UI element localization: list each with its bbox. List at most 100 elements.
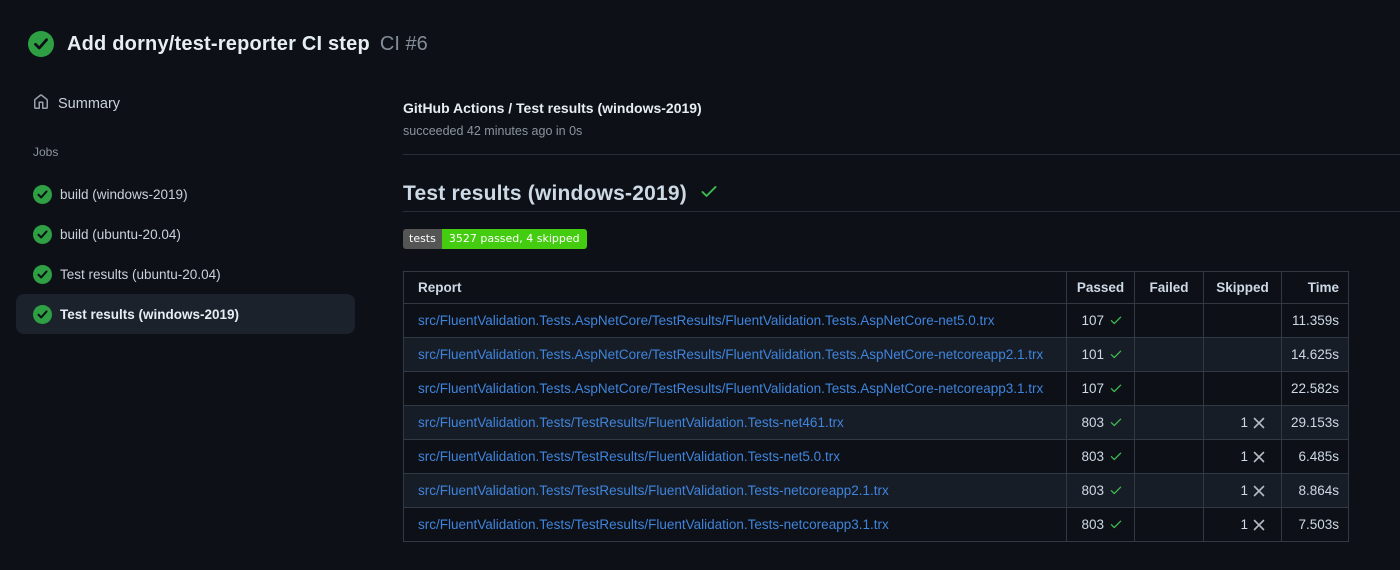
report-link[interactable]: src/FluentValidation.Tests/TestResults/F… bbox=[418, 415, 844, 430]
divider bbox=[403, 211, 1400, 212]
time-cell: 14.625s bbox=[1281, 337, 1349, 372]
skipped-count: 1 bbox=[1240, 483, 1248, 498]
report-table: Report Passed Failed Skipped Time src/Fl… bbox=[403, 271, 1349, 542]
skipped-cell: 1 bbox=[1203, 405, 1282, 440]
passed-count: 803 bbox=[1081, 483, 1104, 498]
failed-cell bbox=[1134, 405, 1204, 440]
time-cell: 29.153s bbox=[1281, 405, 1349, 440]
run-header: Add dorny/test-reporter CI step CI #6 bbox=[28, 31, 428, 57]
report-cell: src/FluentValidation.Tests.AspNetCore/Te… bbox=[403, 303, 1067, 338]
report-cell: src/FluentValidation.Tests/TestResults/F… bbox=[403, 507, 1067, 542]
report-link[interactable]: src/FluentValidation.Tests/TestResults/F… bbox=[418, 449, 840, 464]
jobs-section-label: Jobs bbox=[33, 145, 59, 159]
job-label: build (windows-2019) bbox=[60, 186, 188, 202]
sidebar-item-testresults-windows[interactable]: Test results (windows-2019) bbox=[16, 294, 355, 334]
check-icon bbox=[1110, 452, 1122, 461]
check-circle-icon bbox=[28, 31, 54, 57]
report-link[interactable]: src/FluentValidation.Tests/TestResults/F… bbox=[418, 517, 889, 532]
time-cell: 8.864s bbox=[1281, 473, 1349, 508]
x-icon bbox=[1253, 417, 1265, 429]
divider bbox=[403, 154, 1400, 155]
home-icon bbox=[33, 93, 49, 115]
report-cell: src/FluentValidation.Tests/TestResults/F… bbox=[403, 405, 1067, 440]
failed-cell bbox=[1134, 507, 1204, 542]
table-row: src/FluentValidation.Tests.AspNetCore/Te… bbox=[403, 371, 1349, 406]
passed-cell: 107 bbox=[1066, 303, 1135, 338]
report-heading-text: Test results (windows-2019) bbox=[403, 181, 687, 205]
x-icon bbox=[1253, 519, 1265, 531]
badge-value: 3527 passed, 4 skipped bbox=[441, 229, 587, 249]
check-icon bbox=[1110, 350, 1122, 359]
x-icon bbox=[1253, 485, 1265, 497]
failed-cell bbox=[1134, 371, 1204, 406]
table-row: src/FluentValidation.Tests/TestResults/F… bbox=[403, 405, 1349, 440]
passed-cell: 803 bbox=[1066, 507, 1135, 542]
passed-count: 803 bbox=[1081, 415, 1104, 430]
x-icon bbox=[1253, 451, 1265, 463]
run-title: Add dorny/test-reporter CI step bbox=[67, 32, 370, 55]
passed-count: 107 bbox=[1081, 313, 1104, 328]
table-row: src/FluentValidation.Tests.AspNetCore/Te… bbox=[403, 303, 1349, 338]
passed-count: 803 bbox=[1081, 517, 1104, 532]
passed-count: 803 bbox=[1081, 449, 1104, 464]
skipped-cell bbox=[1203, 337, 1282, 372]
header-failed: Failed bbox=[1134, 271, 1204, 304]
run-number: CI #6 bbox=[379, 32, 428, 55]
sidebar-item-summary[interactable]: Summary bbox=[33, 90, 120, 118]
table-row: src/FluentValidation.Tests/TestResults/F… bbox=[403, 507, 1349, 542]
time-cell: 6.485s bbox=[1281, 439, 1349, 474]
sidebar-item-build-windows[interactable]: build (windows-2019) bbox=[16, 174, 355, 214]
summary-label: Summary bbox=[58, 96, 121, 112]
failed-cell bbox=[1134, 439, 1204, 474]
sidebar-item-build-ubuntu[interactable]: build (ubuntu-20.04) bbox=[16, 214, 355, 254]
report-table-wrap: Report Passed Failed Skipped Time src/Fl… bbox=[403, 271, 1349, 542]
passed-cell: 107 bbox=[1066, 371, 1135, 406]
report-link[interactable]: src/FluentValidation.Tests/TestResults/F… bbox=[418, 483, 889, 498]
passed-cell: 803 bbox=[1066, 405, 1135, 440]
report-link[interactable]: src/FluentValidation.Tests.AspNetCore/Te… bbox=[418, 313, 995, 328]
job-label: Test results (windows-2019) bbox=[60, 306, 240, 322]
skipped-cell: 1 bbox=[1203, 439, 1282, 474]
check-icon bbox=[1110, 520, 1122, 529]
sidebar-item-testresults-ubuntu[interactable]: Test results (ubuntu-20.04) bbox=[16, 254, 355, 294]
report-link[interactable]: src/FluentValidation.Tests.AspNetCore/Te… bbox=[418, 347, 1043, 362]
table-row: src/FluentValidation.Tests/TestResults/F… bbox=[403, 439, 1349, 474]
check-circle-icon bbox=[33, 304, 52, 324]
time-cell: 7.503s bbox=[1281, 507, 1349, 542]
check-run-status: succeeded 42 minutes ago in 0s bbox=[403, 124, 583, 138]
header-report: Report bbox=[403, 271, 1067, 304]
skipped-cell bbox=[1203, 371, 1282, 406]
passed-count: 107 bbox=[1081, 381, 1104, 396]
report-link[interactable]: src/FluentValidation.Tests.AspNetCore/Te… bbox=[418, 381, 1043, 396]
skipped-cell: 1 bbox=[1203, 507, 1282, 542]
failed-cell bbox=[1134, 337, 1204, 372]
check-icon bbox=[699, 181, 719, 206]
jobs-list: build (windows-2019) build (ubuntu-20.04… bbox=[16, 174, 355, 334]
passed-cell: 803 bbox=[1066, 473, 1135, 508]
tests-badge: tests 3527 passed, 4 skipped bbox=[403, 229, 587, 249]
skipped-count: 1 bbox=[1240, 449, 1248, 464]
badge-label: tests bbox=[403, 229, 442, 249]
report-cell: src/FluentValidation.Tests/TestResults/F… bbox=[403, 439, 1067, 474]
skipped-count: 1 bbox=[1240, 517, 1248, 532]
skipped-cell bbox=[1203, 303, 1282, 338]
job-label: build (ubuntu-20.04) bbox=[60, 226, 181, 242]
table-row: src/FluentValidation.Tests.AspNetCore/Te… bbox=[403, 337, 1349, 372]
check-icon bbox=[1110, 418, 1122, 427]
time-cell: 11.359s bbox=[1281, 303, 1349, 338]
check-icon bbox=[1110, 384, 1122, 393]
job-label: Test results (ubuntu-20.04) bbox=[60, 266, 221, 282]
check-run-breadcrumb: GitHub Actions / Test results (windows-2… bbox=[403, 100, 702, 116]
check-circle-icon bbox=[33, 264, 52, 284]
report-cell: src/FluentValidation.Tests/TestResults/F… bbox=[403, 473, 1067, 508]
passed-cell: 101 bbox=[1066, 337, 1135, 372]
table-header-row: Report Passed Failed Skipped Time bbox=[403, 271, 1349, 304]
check-icon bbox=[1110, 316, 1122, 325]
header-time: Time bbox=[1281, 271, 1349, 304]
skipped-count: 1 bbox=[1240, 415, 1248, 430]
report-heading: Test results (windows-2019) bbox=[403, 181, 719, 206]
failed-cell bbox=[1134, 473, 1204, 508]
passed-cell: 803 bbox=[1066, 439, 1135, 474]
passed-count: 101 bbox=[1081, 347, 1104, 362]
failed-cell bbox=[1134, 303, 1204, 338]
